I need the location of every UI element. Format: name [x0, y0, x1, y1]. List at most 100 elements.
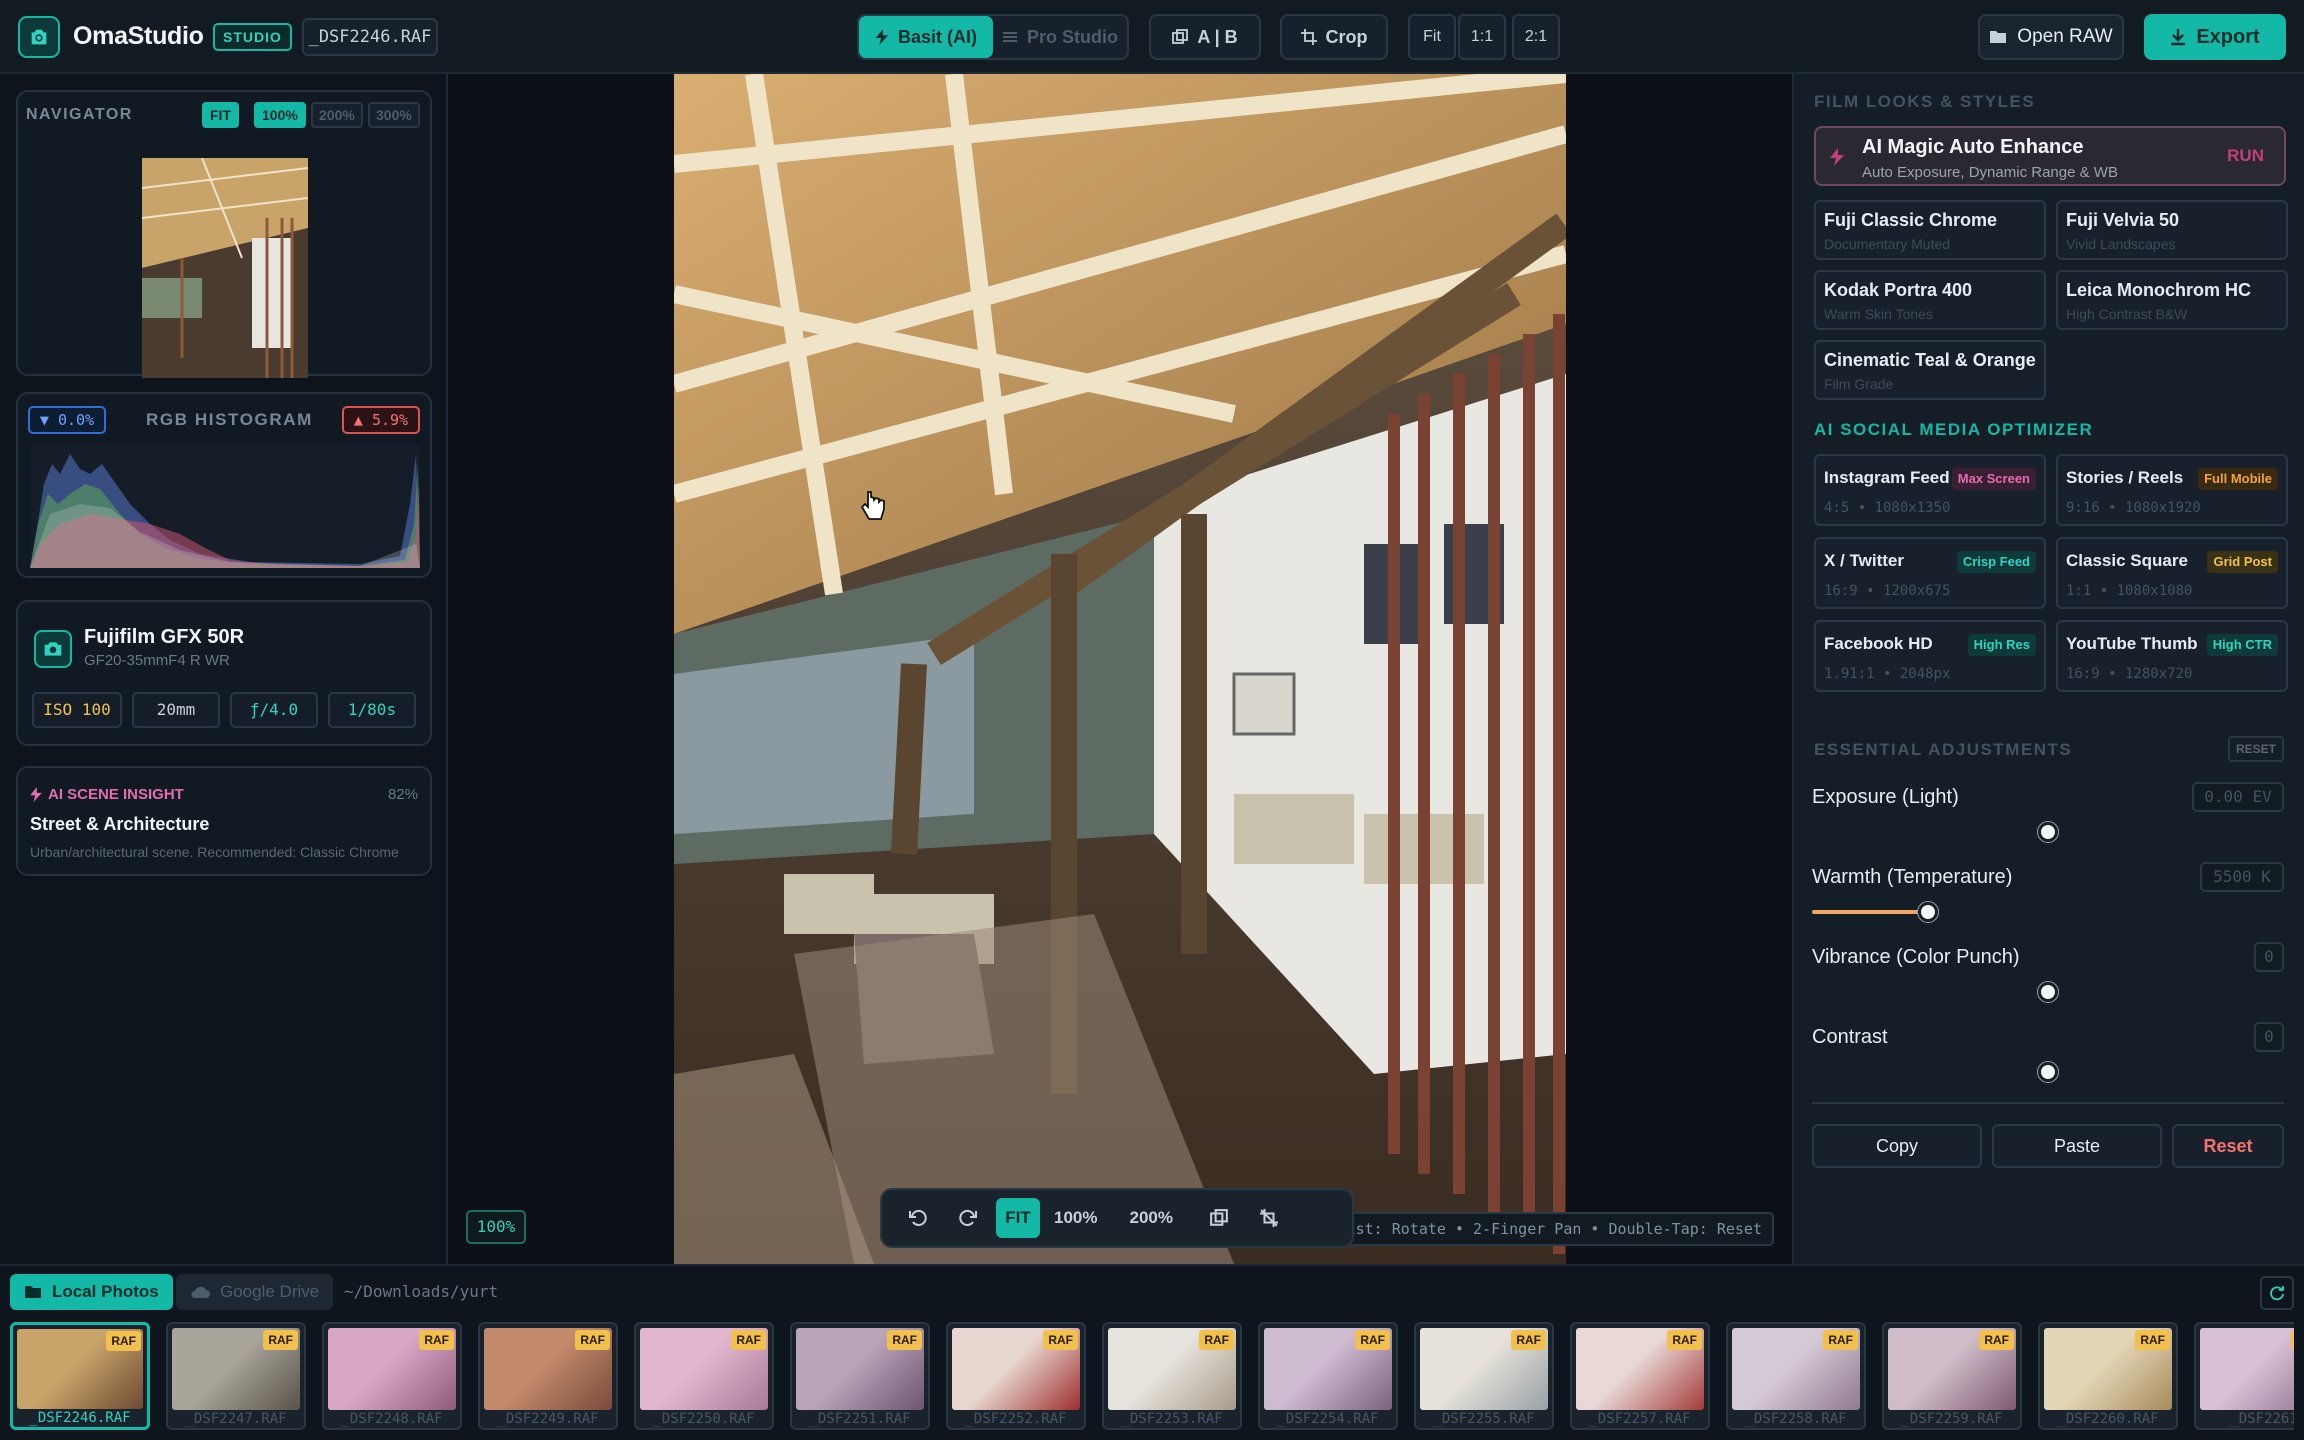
zoom-1to1-button[interactable]: 1:1 — [1458, 14, 1506, 60]
mode-basic-ai-button[interactable]: Basit (AI) — [859, 16, 993, 58]
thumbnail-filename: _DSF2253.RAF — [1121, 1411, 1223, 1427]
folder-icon — [25, 1286, 41, 1298]
filmstrip-thumbnail[interactable]: RAF _DSF2255.RAF — [1414, 1322, 1554, 1430]
thumbnail-filename: _DSF2250.RAF — [653, 1411, 755, 1427]
image-canvas[interactable]: 100% wist: Rotate • 2-Finger Pan • Doubl… — [448, 74, 1792, 1264]
exposure-value[interactable]: 0.00 EV — [2192, 782, 2284, 812]
camera-model: Fujifilm GFX 50R — [84, 626, 245, 648]
raf-badge: RAF — [419, 1330, 454, 1350]
paste-settings-button[interactable]: Paste — [1992, 1124, 2162, 1168]
filmstrip-thumbnail[interactable]: RAF _DSF2250.RAF — [634, 1322, 774, 1430]
left-panel: NAVIGATOR FIT 100% 200% 300% ▼ 0.0% RGB … — [0, 74, 448, 1264]
histogram-graph — [30, 444, 420, 568]
mode-pro-studio-button[interactable]: Pro Studio — [993, 16, 1127, 58]
filmstrip-thumbnail[interactable]: RAF _DSF2248.RAF — [322, 1322, 462, 1430]
compare-icon — [1172, 29, 1189, 44]
crop-button[interactable]: Crop — [1280, 14, 1388, 60]
reset-settings-button[interactable]: Reset — [2172, 1124, 2284, 1168]
top-bar: OmaStudio STUDIO _DSF2246.RAF Basit (AI)… — [0, 0, 2304, 74]
raf-badge: RAF — [1979, 1330, 2014, 1350]
filmstrip-thumbnail[interactable]: RAF _DSF2261 — [2194, 1322, 2294, 1430]
download-icon — [2171, 29, 2186, 46]
crop-icon — [1259, 1209, 1278, 1227]
navigator-title: NAVIGATOR — [26, 106, 133, 123]
refresh-icon — [2270, 1286, 2284, 1301]
filmstrip-thumbnail[interactable]: RAF _DSF2249.RAF — [478, 1322, 618, 1430]
thumbnail-filename: _DSF2252.RAF — [965, 1411, 1067, 1427]
contrast-slider[interactable] — [1812, 1062, 2284, 1082]
histogram-title: RGB HISTOGRAM — [146, 410, 313, 429]
warmth-slider[interactable] — [1812, 902, 2284, 922]
filmstrip-thumbnail[interactable]: RAF _DSF2258.RAF — [1726, 1322, 1866, 1430]
float-fit-button[interactable]: FIT — [996, 1198, 1040, 1238]
float-crop-button[interactable] — [1247, 1198, 1291, 1238]
filmstrip-thumbnail[interactable]: RAF _DSF2257.RAF — [1570, 1322, 1710, 1430]
raf-badge: RAF — [1823, 1330, 1858, 1350]
warmth-value[interactable]: 5500 K — [2200, 862, 2284, 892]
filmstrip-thumbnail[interactable]: RAF _DSF2259.RAF — [1882, 1322, 2022, 1430]
zoom-2to1-button[interactable]: 2:1 — [1512, 14, 1560, 60]
filmstrip-thumbnail[interactable]: RAF _DSF2247.RAF — [166, 1322, 306, 1430]
navigator-fit-button[interactable]: FIT — [202, 102, 239, 128]
filmstrip-thumbnail[interactable]: RAF _DSF2246.RAF — [10, 1322, 150, 1430]
vibrance-slider[interactable] — [1812, 982, 2284, 1002]
float-200-button[interactable]: 200% — [1121, 1198, 1180, 1238]
warmth-slider-knob[interactable] — [1917, 902, 1938, 922]
folder-open-icon — [1990, 31, 2007, 43]
canvas-zoom-level: 100% — [466, 1210, 526, 1244]
app-name: OmaStudio — [73, 22, 204, 50]
filmstrip-thumbnail[interactable]: RAF _DSF2260.RAF — [2038, 1322, 2178, 1430]
exposure-slider-knob[interactable] — [2038, 822, 2058, 842]
export-button[interactable]: Export — [2144, 14, 2286, 60]
raf-badge: RAF — [1511, 1330, 1546, 1350]
rotate-right-icon — [959, 1209, 977, 1226]
rotate-left-button[interactable] — [896, 1198, 940, 1238]
float-compare-button[interactable] — [1197, 1198, 1241, 1238]
lightning-icon — [875, 29, 889, 45]
main-photo[interactable] — [674, 74, 1566, 1264]
thumbnail-filename: _DSF2255.RAF — [1433, 1411, 1535, 1427]
contrast-label: Contrast — [1812, 1026, 1888, 1048]
refresh-button[interactable] — [2260, 1276, 2294, 1310]
ai-scene-insight-card: AI SCENE INSIGHT 82% Street & Architectu… — [16, 766, 432, 876]
exposure-slider[interactable] — [1812, 822, 2284, 842]
folder-path: ~/Downloads/yurt — [344, 1282, 499, 1301]
filmstrip-thumbnail[interactable]: RAF _DSF2252.RAF — [946, 1322, 1086, 1430]
adjustments-area: Exposure (Light) 0.00 EV Warmth (Tempera… — [1792, 74, 2304, 1264]
navigator-200-button[interactable]: 200% — [311, 102, 363, 128]
thumbnail-filename: _DSF2260.RAF — [2057, 1411, 2159, 1427]
navigator-100-button[interactable]: 100% — [254, 102, 306, 128]
filmstrip-thumbnail[interactable]: RAF _DSF2253.RAF — [1102, 1322, 1242, 1430]
thumbnail-filename: _DSF2254.RAF — [1277, 1411, 1379, 1427]
studio-badge: STUDIO — [213, 23, 292, 51]
copy-settings-button[interactable]: Copy — [1812, 1124, 1982, 1168]
rotate-left-icon — [909, 1209, 927, 1226]
zoom-fit-button[interactable]: Fit — [1408, 14, 1456, 60]
vibrance-value[interactable]: 0 — [2254, 942, 2284, 972]
raf-badge: RAF — [575, 1330, 610, 1350]
filmstrip-thumbnail[interactable]: RAF _DSF2254.RAF — [1258, 1322, 1398, 1430]
float-100-button[interactable]: 100% — [1046, 1198, 1105, 1238]
highlight-clipping-toggle[interactable]: ▲ 5.9% — [342, 406, 420, 434]
cloud-icon — [191, 1286, 210, 1298]
filmstrip-thumbnail[interactable]: RAF _DSF2251.RAF — [790, 1322, 930, 1430]
ai-scene-title: Street & Architecture — [30, 814, 210, 834]
vibrance-label: Vibrance (Color Punch) — [1812, 946, 2020, 968]
local-photos-tab[interactable]: Local Photos — [10, 1274, 173, 1310]
raf-badge: RAF — [887, 1330, 922, 1350]
shadow-clipping-toggle[interactable]: ▼ 0.0% — [28, 406, 106, 434]
rotate-right-button[interactable] — [946, 1198, 990, 1238]
sliders-icon — [1003, 32, 1017, 42]
contrast-slider-knob[interactable] — [2038, 1062, 2058, 1082]
google-drive-tab[interactable]: Google Drive — [176, 1274, 334, 1310]
vibrance-slider-knob[interactable] — [2038, 982, 2058, 1002]
focal-length-value: 20mm — [132, 692, 220, 728]
compare-ab-button[interactable]: A | B — [1149, 14, 1261, 60]
compare-icon — [1210, 1209, 1228, 1226]
thumbnail-filename: _DSF2258.RAF — [1745, 1411, 1847, 1427]
navigator-300-button[interactable]: 300% — [368, 102, 420, 128]
navigator-preview[interactable] — [142, 158, 308, 378]
open-raw-button[interactable]: Open RAW — [1978, 14, 2124, 60]
camera-icon — [34, 630, 72, 668]
contrast-value[interactable]: 0 — [2254, 1022, 2284, 1052]
